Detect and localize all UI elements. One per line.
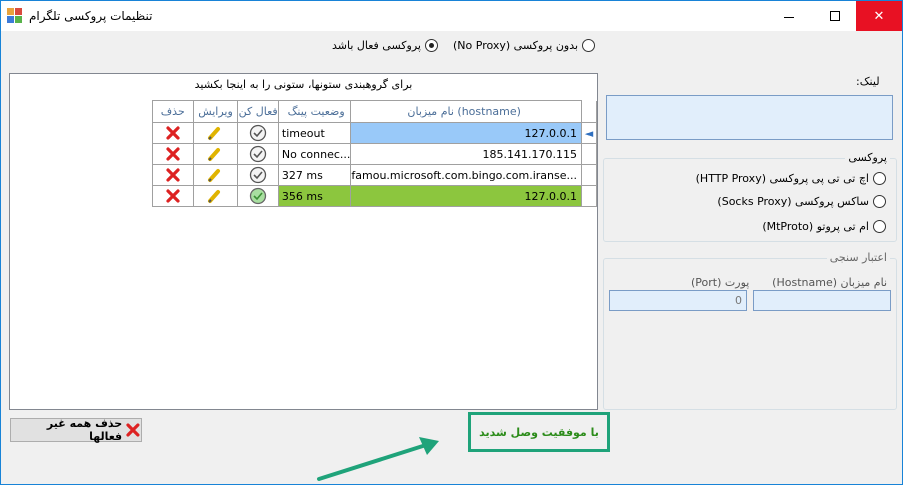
auth-group-title: اعتبار سنجی [826,251,890,264]
minimize-button[interactable] [766,1,812,31]
proxy-table: حذف ویرایش فعال کن وضعیت پینگ نام میزبان… [152,100,598,207]
link-input[interactable] [606,95,893,140]
radio-circle-icon [873,195,886,208]
mtproto-label: ام تی پروتو (MtProto) [762,220,869,233]
close-button[interactable]: ✕ [856,1,902,31]
current-row-indicator-icon[interactable]: ◄ [580,122,598,144]
edit-cell[interactable] [192,164,239,186]
red-x-icon [166,168,180,182]
minimize-icon [784,16,794,18]
radio-selected-icon [424,39,438,52]
port-input[interactable]: 0 [609,290,747,311]
group-by-panel[interactable]: برای گروهبندی ستونها، ستونی را به اینجا … [10,74,597,96]
edit-cell[interactable] [192,185,239,207]
title-bar: تنظیمات پروکسی تلگرام ✕ [1,1,902,31]
hostname-cell[interactable]: 127.0.0.1 [350,185,582,207]
hostname-input[interactable] [753,290,891,311]
proxy-enabled-radio[interactable]: پروکسی فعال باشد [332,39,438,52]
red-x-icon [166,126,180,140]
activate-cell[interactable] [237,164,279,186]
row-header[interactable] [580,143,598,165]
port-label: پورت (Port) [691,276,750,289]
mtproto-radio[interactable]: ام تی پروتو (MtProto) [762,220,886,233]
radio-circle-icon [873,220,886,233]
proxy-group-title: پروکسی [845,151,890,164]
http-proxy-label: اچ تی تی پی پروکسی (HTTP Proxy) [695,172,869,185]
red-x-icon [166,147,180,161]
ping-cell[interactable]: timeout [277,122,352,144]
pencil-icon [208,127,221,140]
column-header-activate[interactable]: فعال کن [237,100,279,123]
row-header[interactable] [580,185,598,207]
column-header-ping[interactable]: وضعیت پینگ [277,100,352,123]
table-row[interactable]: timeout 127.0.0.1 ◄ [152,122,598,144]
pencil-icon [208,169,221,182]
table-row[interactable]: No connec... 185.141.170.115 [152,143,598,165]
activate-cell[interactable] [237,143,279,165]
header-row: حذف ویرایش فعال کن وضعیت پینگ نام میزبان… [152,100,598,123]
maximize-icon [830,11,840,21]
hostname-label: نام میزبان (Hostname) [772,276,887,289]
window-title: تنظیمات پروکسی تلگرام [29,9,153,23]
edit-cell[interactable] [192,143,239,165]
table-row[interactable]: 356 ms 127.0.0.1 [152,185,598,207]
socks-proxy-radio[interactable]: ساکس پروکسی (Socks Proxy) [717,195,886,208]
radio-circle-icon [582,39,596,52]
proxy-grid[interactable]: برای گروهبندی ستونها، ستونی را به اینجا … [9,73,598,410]
ping-cell[interactable]: 327 ms [277,164,352,186]
hostname-cell[interactable]: famou.microsoft.com.bingo.com.iranse... [350,164,582,186]
arrow-annotation-icon [317,437,439,481]
row-header[interactable] [580,164,598,186]
proxy-enabled-label: پروکسی فعال باشد [332,39,421,52]
radio-circle-icon [873,172,886,185]
http-proxy-radio[interactable]: اچ تی تی پی پروکسی (HTTP Proxy) [696,172,886,185]
hostname-cell[interactable]: 185.141.170.115 [350,143,582,165]
ping-cell[interactable]: 356 ms [277,185,352,207]
delete-inactive-label: حذف همه غیر فعالها [46,417,123,443]
delete-cell[interactable] [152,185,194,207]
column-header-edit[interactable]: ویرایش [192,100,239,123]
red-x-icon [126,423,140,437]
close-icon: ✕ [873,8,885,24]
pencil-icon [208,190,221,203]
no-proxy-radio[interactable]: بدون پروکسی (No Proxy) [453,39,596,52]
column-header-delete[interactable]: حذف [152,100,194,123]
row-header-corner [580,100,598,123]
maximize-button[interactable] [812,1,858,31]
checkmark-circle-icon [250,124,267,142]
checkmark-circle-active-icon [250,187,267,205]
status-message: با موفقیت وصل شدید [468,412,610,452]
hostname-cell[interactable]: 127.0.0.1 [350,122,582,144]
grid-body: حذف ویرایش فعال کن وضعیت پینگ نام میزبان… [10,96,598,409]
checkmark-circle-icon [250,145,267,163]
activate-cell[interactable] [237,185,279,207]
table-row[interactable]: 327 ms famou.microsoft.com.bingo.com.ira… [152,164,598,186]
proxy-settings-window: تنظیمات پروکسی تلگرام ✕ بدون پروکسی (No … [0,0,903,485]
socks-proxy-label: ساکس پروکسی (Socks Proxy) [717,195,869,208]
delete-cell[interactable] [152,122,194,144]
checkmark-circle-icon [250,166,267,184]
app-icon [7,8,23,24]
activate-cell[interactable] [237,122,279,144]
red-x-icon [166,189,180,203]
delete-cell[interactable] [152,164,194,186]
column-header-hostname[interactable]: نام میزبان (hostname) [350,100,582,123]
delete-cell[interactable] [152,143,194,165]
link-label: لینک: [856,75,880,88]
pencil-icon [208,148,221,161]
delete-inactive-button[interactable]: حذف همه غیر فعالها [10,417,142,443]
edit-cell[interactable] [192,122,239,144]
ping-cell[interactable]: No connec... [277,143,352,165]
no-proxy-label: بدون پروکسی (No Proxy) [453,39,579,52]
